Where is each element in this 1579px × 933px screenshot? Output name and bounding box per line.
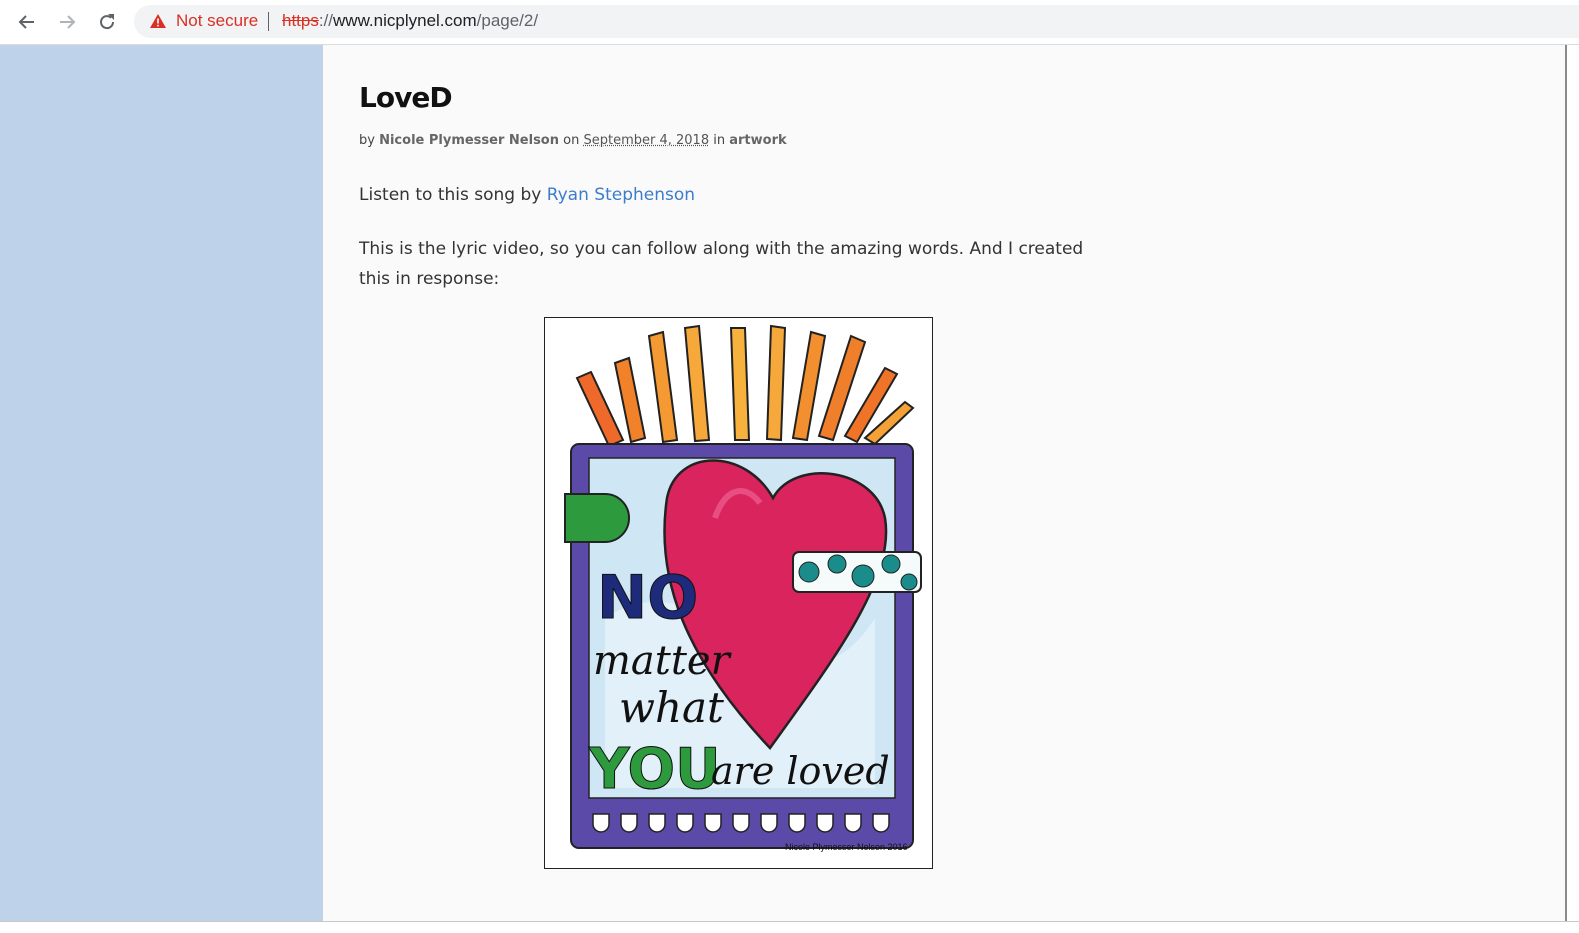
address-bar[interactable]: Not secure https://www.nicplynel.com/pag…	[134, 5, 1579, 38]
artwork-image[interactable]: NO matter what YOU are loved Nicole Plym…	[544, 317, 933, 869]
main-content	[323, 45, 1565, 921]
url-scheme-separator: ://	[319, 11, 333, 30]
page-scrollbar-edge[interactable]	[1565, 45, 1567, 921]
meta-in: in	[713, 133, 725, 148]
page-bottom-border	[0, 921, 1579, 922]
reload-icon	[97, 12, 117, 32]
url-path: /page/2/	[477, 11, 538, 30]
artwork-text-what: what	[619, 683, 724, 732]
post-title[interactable]: LoveD	[359, 80, 452, 116]
reload-button[interactable]	[93, 8, 121, 36]
meta-on: on	[563, 133, 579, 148]
artwork-text-matter: matter	[593, 638, 733, 684]
post-paragraph-1: Listen to this song by Ryan Stephenson	[359, 180, 1119, 210]
post-author-link[interactable]: Nicole Plymesser Nelson	[379, 133, 559, 148]
post-meta: by Nicole Plymesser Nelson on September …	[359, 133, 787, 148]
warning-icon	[149, 13, 167, 29]
url-host: www.nicplynel.com	[333, 11, 477, 30]
artwork-text-are-loved: are loved	[711, 749, 890, 793]
back-arrow-icon	[17, 12, 37, 32]
artist-link[interactable]: Ryan Stephenson	[547, 185, 695, 205]
left-sidebar	[0, 45, 323, 921]
meta-by: by	[359, 133, 375, 148]
security-label[interactable]: Not secure	[176, 11, 258, 31]
post-paragraph-2: This is the lyric video, so you can foll…	[359, 234, 1119, 294]
url-text[interactable]: https://www.nicplynel.com/page/2/	[282, 11, 538, 31]
artwork-text-no: NO	[597, 563, 698, 633]
forward-arrow-icon	[57, 12, 77, 32]
artwork-credit: Nicole Plymesser Nelson 2016	[785, 842, 908, 852]
address-separator	[268, 12, 269, 31]
paragraph-1-text: Listen to this song by	[359, 185, 547, 205]
url-scheme: https	[282, 11, 319, 30]
browser-toolbar: Not secure https://www.nicplynel.com/pag…	[0, 0, 1579, 45]
artwork-text-you: YOU	[588, 737, 721, 802]
post-date[interactable]: September 4, 2018	[583, 133, 709, 148]
forward-button[interactable]	[53, 8, 81, 36]
back-button[interactable]	[13, 8, 41, 36]
heart-artwork-illustration: NO matter what YOU are loved Nicole Plym…	[545, 318, 932, 868]
post-category-link[interactable]: artwork	[729, 133, 786, 148]
